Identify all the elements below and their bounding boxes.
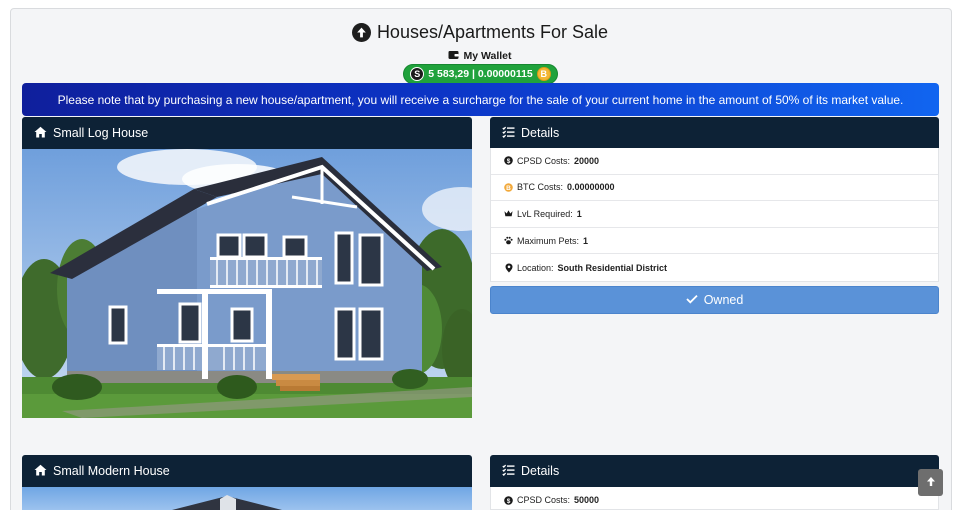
detail-label: Maximum Pets: [517, 235, 580, 246]
bitcoin-icon: B [504, 183, 513, 192]
detail-row-location: Location: South Residential District [491, 254, 938, 281]
svg-text:B: B [506, 185, 511, 192]
listing-header: Small Log House [22, 117, 472, 149]
map-marker-icon [504, 263, 513, 273]
cpsd-coin-icon: S [410, 67, 425, 81]
detail-value: 50000 [574, 495, 600, 506]
arrow-up-icon [926, 474, 936, 492]
detail-row-pets: Maximum Pets: 1 [491, 228, 938, 255]
detail-row-level: LvL Required: 1 [491, 201, 938, 228]
detail-value: 1 [576, 208, 582, 219]
bitcoin-coin-icon: B [536, 67, 551, 81]
page-title: Houses/Apartments For Sale [376, 21, 609, 42]
check-icon [686, 293, 698, 307]
home-icon [34, 464, 47, 479]
detail-row-cpsd: $ CPSD Costs: 50000 [491, 487, 938, 510]
wallet-balance: 5 583,29 | 0.00000115 [428, 68, 533, 80]
svg-text:$: $ [507, 498, 511, 505]
house-image [22, 149, 472, 418]
svg-text:$: $ [507, 158, 511, 165]
owned-button[interactable]: Owned [490, 286, 939, 314]
listing-title: Small Log House [53, 126, 149, 140]
wallet-icon [448, 50, 459, 63]
details-header: Details [490, 455, 939, 487]
house-image [22, 487, 472, 510]
detail-row-cpsd: $ CPSD Costs: 20000 [491, 148, 938, 175]
details-header: Details [490, 117, 939, 149]
scroll-to-top-button[interactable] [918, 469, 943, 496]
detail-value: 1 [583, 235, 589, 246]
detail-label: CPSD Costs: [517, 155, 571, 166]
dollar-icon: $ [504, 156, 513, 165]
crown-icon [504, 209, 513, 218]
arrow-up-circle-icon [351, 22, 371, 42]
surcharge-notice: Please note that by purchasing a new hou… [22, 83, 939, 116]
wallet-label-text: My Wallet [463, 50, 512, 62]
list-check-icon [502, 126, 515, 141]
notice-text: Please note that by purchasing a new hou… [57, 92, 904, 107]
home-icon [34, 126, 47, 141]
detail-row-btc: B BTC Costs: 0.00000000 [491, 175, 938, 202]
owned-label: Owned [703, 293, 744, 307]
wallet-balance-badge: S 5 583,29 | 0.00000115 B [403, 64, 558, 84]
wallet-label: My Wallet [0, 49, 960, 63]
detail-value: 0.00000000 [567, 182, 615, 193]
details-title: Details [521, 126, 560, 140]
detail-label: CPSD Costs: [517, 495, 571, 506]
detail-label: LvL Required: [517, 208, 573, 219]
detail-value: 20000 [574, 155, 600, 166]
detail-label: BTC Costs: [517, 182, 564, 193]
dollar-icon: $ [504, 495, 513, 505]
list-check-icon [502, 464, 515, 479]
listing-header: Small Modern House [22, 455, 472, 487]
listing-title: Small Modern House [53, 464, 170, 478]
page-title-row: Houses/Apartments For Sale [0, 20, 960, 44]
details-title: Details [521, 464, 560, 478]
detail-value: South Residential District [557, 262, 668, 273]
paw-icon [504, 236, 513, 245]
details-list: $ CPSD Costs: 20000 B BTC Costs: 0.00000… [490, 148, 939, 282]
details-list: $ CPSD Costs: 50000 [490, 487, 939, 510]
detail-label: Location: [517, 262, 554, 273]
